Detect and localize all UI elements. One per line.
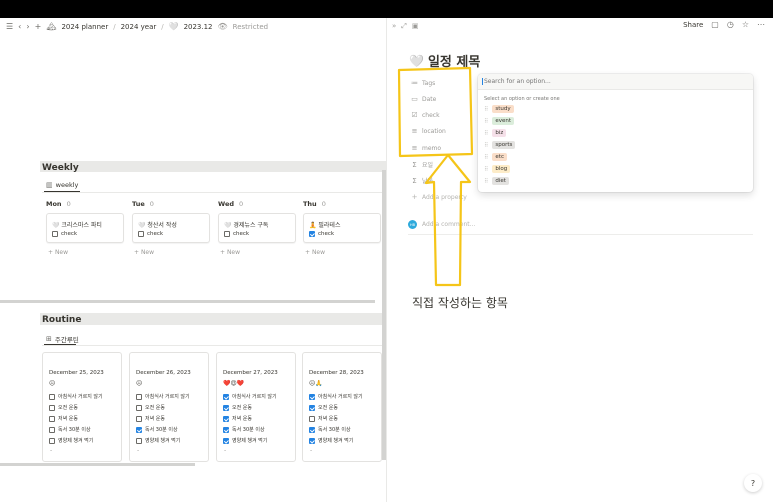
annotation-outline	[397, 66, 474, 158]
annotation-overlay	[397, 66, 474, 287]
annotation-text: 직접 작성하는 항목	[412, 296, 508, 310]
help-button[interactable]: ?	[744, 474, 762, 492]
annotation-arrow	[424, 153, 472, 287]
